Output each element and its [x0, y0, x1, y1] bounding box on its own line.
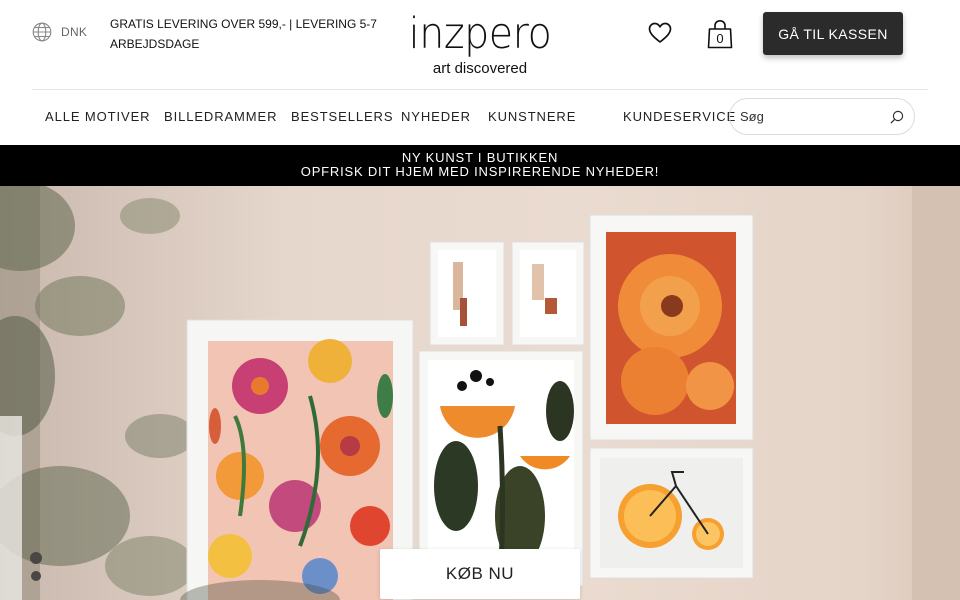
gallery-wall-illustration	[0, 186, 960, 600]
nav-item-alle-motiver[interactable]: ALLE MOTIVER	[45, 109, 150, 124]
hero-image[interactable]: KØB NU	[0, 186, 960, 600]
checkout-button[interactable]: GÅ TIL KASSEN	[763, 12, 903, 55]
favorites-button[interactable]	[648, 22, 672, 49]
frame-abstract-small-1	[429, 241, 505, 346]
search-input[interactable]	[740, 109, 890, 124]
promo-banner[interactable]: NY KUNST I BUTIKKEN OPFRISK DIT HJEM MED…	[0, 145, 960, 186]
cart-button[interactable]: 0	[707, 19, 733, 49]
cart-count: 0	[716, 31, 724, 46]
logo-tagline: art discovered	[432, 60, 528, 77]
logo-wordmark: inzpero	[408, 9, 552, 59]
promo-banner-line-2: OPFRISK DIT HJEM MED INSPIRERENDE NYHEDE…	[300, 164, 660, 179]
nav-item-kundeservice[interactable]: KUNDESERVICE	[623, 109, 736, 124]
frame-orange-bicycle-print	[589, 447, 754, 579]
search-icon	[890, 110, 904, 123]
language-selector[interactable]: DNK	[32, 22, 87, 42]
heart-icon	[648, 22, 672, 43]
site-logo[interactable]: inzpero art discovered	[380, 10, 580, 78]
search-button[interactable]	[890, 110, 904, 124]
nav-item-billedrammer[interactable]: BILLEDRAMMER	[164, 109, 277, 124]
promo-banner-line-1: NY KUNST I BUTIKKEN	[401, 150, 559, 165]
language-code: DNK	[61, 25, 88, 39]
nav-item-nyheder[interactable]: NYHEDER	[401, 109, 471, 124]
buy-now-button[interactable]: KØB NU	[380, 549, 580, 599]
site-header: DNK GRATIS LEVERING OVER 599,- | LEVERIN…	[0, 0, 960, 90]
globe-icon	[32, 22, 52, 42]
main-navigation: ALLE MOTIVER BILLEDRAMMER BESTSELLERS NY…	[0, 90, 960, 145]
frame-abstract-small-2	[511, 241, 585, 346]
search-box	[729, 98, 915, 135]
foliage-decoration	[0, 186, 195, 600]
wall-edge	[912, 186, 960, 600]
frame-sunflower-print	[589, 214, 754, 441]
nav-item-bestsellers[interactable]: BESTSELLERS	[291, 109, 393, 124]
shipping-notice: GRATIS LEVERING OVER 599,- | LEVERING 5-…	[110, 17, 377, 51]
nav-item-kunstnere[interactable]: KUNSTNERE	[488, 109, 576, 124]
